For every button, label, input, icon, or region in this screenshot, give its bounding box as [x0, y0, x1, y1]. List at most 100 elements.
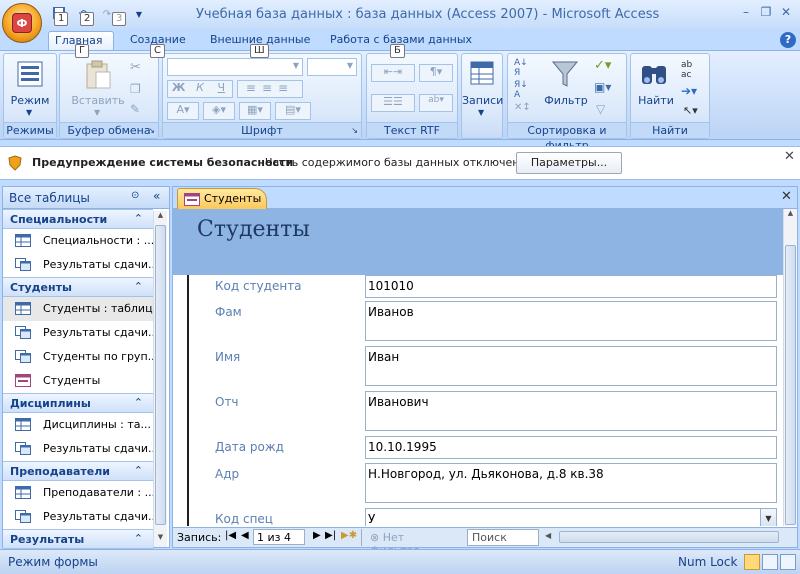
- document-tab[interactable]: Студенты: [177, 188, 267, 209]
- qat-customize-icon[interactable]: ▼: [130, 6, 148, 24]
- help-icon[interactable]: ?: [780, 32, 796, 48]
- scroll-thumb[interactable]: [785, 245, 796, 525]
- clear-sort-icon[interactable]: ✕↕: [514, 102, 531, 113]
- toggle-filter-icon[interactable]: ▽: [596, 102, 605, 116]
- list-item[interactable]: Результаты сдачи...: [3, 321, 153, 345]
- cut-icon[interactable]: ✂: [130, 60, 141, 75]
- address-field[interactable]: Н.Новгород, ул. Дьяконова, д.8 кв.38: [365, 463, 777, 503]
- paste-icon[interactable]: [84, 60, 112, 93]
- paste-button[interactable]: Вставить: [64, 94, 132, 107]
- first-record-icon[interactable]: |◀: [225, 530, 236, 541]
- student-id-field[interactable]: 101010: [365, 275, 777, 298]
- collapse-pane-icon[interactable]: «: [153, 189, 160, 203]
- alternate-fill-icon[interactable]: ▤▾: [275, 102, 311, 120]
- list-item[interactable]: Результаты сдачи...: [3, 437, 153, 461]
- list-item[interactable]: Студенты по груп...: [3, 345, 153, 369]
- fill-color-icon[interactable]: ◈▾: [203, 102, 235, 120]
- nav-group-header[interactable]: Специальности ⌃: [3, 209, 153, 229]
- font-name-select[interactable]: ▼: [167, 58, 303, 76]
- list-item[interactable]: Специальности : ...: [3, 229, 153, 253]
- list-item[interactable]: Результаты сдачи...: [3, 505, 153, 529]
- chevron-down-icon: ▼: [478, 108, 485, 117]
- dialog-launcher-icon[interactable]: ↘: [351, 123, 358, 138]
- font-size-select[interactable]: ▼: [307, 58, 357, 76]
- chevron-down-icon[interactable]: ⊙: [131, 190, 139, 201]
- nav-pane-header[interactable]: Все таблицы ⊙ «: [3, 187, 169, 209]
- chevron-up-icon: ⌃: [133, 280, 143, 293]
- copy-icon[interactable]: ❐: [130, 82, 141, 96]
- filter-button[interactable]: Фильтр: [540, 94, 592, 107]
- design-view-icon[interactable]: [780, 554, 796, 570]
- sort-descending-icon[interactable]: Я↓ А: [514, 80, 528, 100]
- font-color-icon[interactable]: A▾: [167, 102, 199, 120]
- close-icon[interactable]: ✕: [784, 149, 795, 164]
- field-label: Отч: [215, 395, 239, 409]
- list-icon[interactable]: ☰☰: [371, 94, 415, 112]
- replace-icon[interactable]: ab ac: [681, 60, 692, 80]
- find-button[interactable]: Найти: [631, 94, 681, 107]
- form-scrollbar[interactable]: ▲: [783, 209, 797, 526]
- selection-filter-icon[interactable]: ✓▾: [594, 58, 611, 73]
- list-item[interactable]: Результаты сдачи...: [3, 253, 153, 277]
- nav-group-header[interactable]: Дисциплины ⌃: [3, 393, 153, 413]
- advanced-filter-icon[interactable]: ▣▾: [594, 80, 611, 94]
- dialog-launcher-icon[interactable]: ↘: [148, 123, 155, 138]
- nav-scrollbar[interactable]: ▲ ▼: [153, 211, 167, 547]
- nav-group-header[interactable]: Студенты ⌃: [3, 277, 153, 297]
- records-icon[interactable]: [469, 60, 495, 89]
- paragraph-icon[interactable]: ¶▾: [419, 64, 453, 82]
- new-record-icon[interactable]: ▶✱: [341, 530, 357, 541]
- office-button[interactable]: Ф: [2, 3, 42, 43]
- nav-group-header[interactable]: Результаты ⌃: [3, 529, 153, 549]
- specialty-code-combo[interactable]: У ▼: [365, 508, 777, 526]
- filter-status-button[interactable]: ⊗ Нет фильтра: [361, 529, 461, 557]
- form-view-icon[interactable]: [744, 554, 760, 570]
- format-painter-icon[interactable]: ✎: [130, 102, 140, 116]
- minimize-icon[interactable]: –: [736, 5, 756, 21]
- records-button[interactable]: Записи: [462, 94, 503, 107]
- gridlines-icon[interactable]: ▦▾: [239, 102, 271, 120]
- prev-record-icon[interactable]: ◀: [241, 530, 249, 541]
- chevron-down-icon: ▼: [292, 61, 299, 70]
- scroll-up-icon[interactable]: ▲: [785, 209, 796, 221]
- filter-icon[interactable]: [551, 60, 579, 91]
- select-icon[interactable]: ↖▾: [683, 104, 698, 117]
- layout-view-icon[interactable]: [762, 554, 778, 570]
- last-record-icon[interactable]: ▶|: [325, 530, 336, 541]
- group-sort-filter: А↓Я Я↓А ✕↕ Фильтр ✓▾ ▣▾ ▽ Сортировка и ф…: [507, 53, 627, 152]
- horizontal-scroll-thumb[interactable]: [559, 531, 779, 543]
- nav-group-header[interactable]: Преподаватели ⌃: [3, 461, 153, 481]
- patronymic-field[interactable]: Иванович: [365, 391, 777, 431]
- view-button[interactable]: Режим: [4, 94, 56, 107]
- scroll-up-icon[interactable]: ▲: [155, 211, 166, 223]
- goto-icon[interactable]: ➔▾: [681, 84, 697, 98]
- highlight-icon[interactable]: ab▾: [419, 94, 453, 112]
- last-name-field[interactable]: Иванов: [365, 301, 777, 341]
- list-item[interactable]: Студенты : таблица: [3, 297, 153, 321]
- underline-button[interactable]: Ч: [211, 81, 232, 97]
- list-item[interactable]: Дисциплины : та...: [3, 413, 153, 437]
- options-button[interactable]: Параметры...: [516, 152, 622, 174]
- next-record-icon[interactable]: ▶: [313, 530, 321, 541]
- search-input[interactable]: Поиск: [467, 529, 539, 546]
- list-item[interactable]: Студенты: [3, 369, 153, 393]
- close-document-icon[interactable]: ✕: [781, 189, 792, 204]
- align-buttons[interactable]: ≡≡≡: [237, 80, 303, 98]
- form-view-icon[interactable]: [16, 60, 44, 91]
- binoculars-icon[interactable]: [639, 60, 669, 89]
- restore-icon[interactable]: ❐: [756, 5, 776, 21]
- record-selector[interactable]: [173, 275, 189, 526]
- list-item[interactable]: Преподаватели : ...: [3, 481, 153, 505]
- scroll-down-icon[interactable]: ▼: [155, 533, 166, 545]
- bold-button[interactable]: Ж: [168, 81, 189, 97]
- scroll-thumb[interactable]: [155, 225, 166, 525]
- italic-button[interactable]: К: [189, 81, 210, 97]
- chevron-down-icon[interactable]: ▼: [760, 509, 776, 526]
- record-position-input[interactable]: 1 из 4: [253, 529, 305, 545]
- close-window-icon[interactable]: ✕: [776, 5, 796, 21]
- birth-date-field[interactable]: 10.10.1995: [365, 436, 777, 459]
- scroll-left-icon[interactable]: ◀: [545, 531, 555, 543]
- indent-icon[interactable]: ⇤⇥: [371, 64, 415, 82]
- first-name-field[interactable]: Иван: [365, 346, 777, 386]
- sort-ascending-icon[interactable]: А↓ Я: [514, 58, 528, 78]
